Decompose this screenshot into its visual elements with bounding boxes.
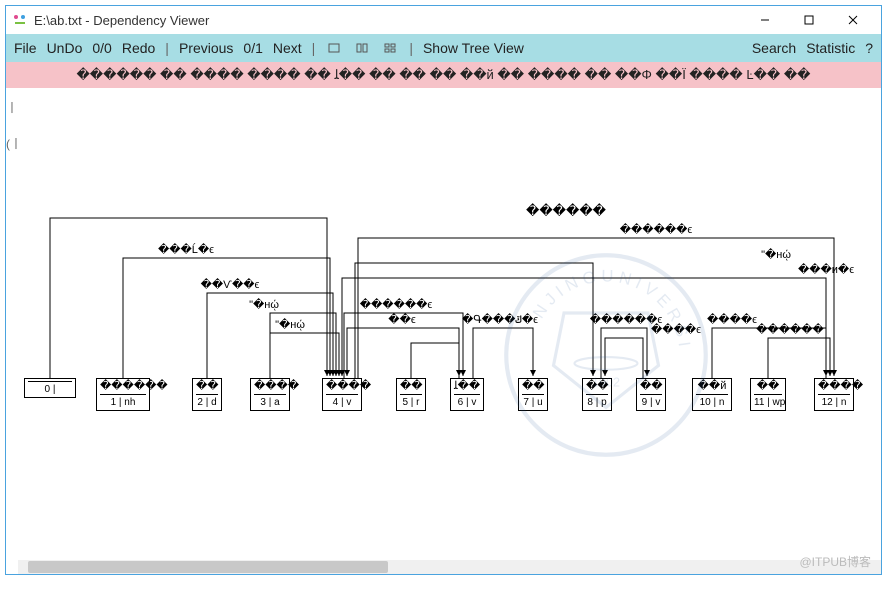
node-tag: 0 | [28, 381, 72, 396]
node-tag: 9 | v [640, 394, 662, 409]
menu-help[interactable]: ? [865, 40, 873, 56]
arc-label: ������ [526, 203, 606, 219]
sentence-text: ������ �� ���� ���� �� ﻠ�� �� �� �� ��й … [76, 67, 810, 83]
arc-label: "�нῴ [761, 248, 791, 261]
arc-label: ������ [756, 323, 824, 336]
layout-grid-icon[interactable] [381, 39, 399, 57]
node-tag: 7 | u [522, 394, 544, 409]
arc-label: ������ϵ [360, 298, 433, 311]
node-word: ��й [696, 380, 728, 393]
menu-statistic[interactable]: Statistic [806, 40, 855, 56]
node-word: ﻠ�� [454, 380, 480, 393]
window-title: E:\ab.txt - Dependency Viewer [34, 13, 743, 28]
separator: | [312, 40, 316, 56]
credit-text: @ITPUB博客 [799, 553, 871, 570]
layout-split-icon[interactable] [353, 39, 371, 57]
arc-label: ����ϵ [651, 323, 701, 336]
separator: | [409, 40, 413, 56]
titlebar: E:\ab.txt - Dependency Viewer [6, 6, 881, 34]
node-tag: 4 | v [326, 394, 358, 409]
dependency-node[interactable]: ��9 | v [636, 378, 666, 411]
node-word: �� [400, 380, 422, 393]
dependency-node[interactable]: ��8 | p [582, 378, 612, 411]
node-word: �� [522, 380, 544, 393]
dependency-node[interactable]: ��5 | r [396, 378, 426, 411]
dependency-node[interactable]: ��2 | d [192, 378, 222, 411]
dependency-node[interactable]: ��7 | u [518, 378, 548, 411]
arc-label: ������ϵ [620, 223, 693, 236]
arc-label: ����ϵ [707, 313, 757, 326]
node-word: ������ [100, 380, 146, 393]
close-button[interactable] [831, 6, 875, 34]
dependency-node[interactable]: 0 | [24, 378, 76, 398]
node-tag: 2 | d [196, 394, 218, 409]
menu-previous[interactable]: Previous [179, 40, 233, 56]
arc-label: ��Ѵ��ϵ [201, 278, 260, 291]
sentence-bar: ������ �� ���� ���� �� ﻠ�� �� �� �� ��й … [6, 62, 881, 88]
app-icon [12, 12, 28, 28]
arc-label: "�нῴ [275, 318, 305, 331]
dependency-node[interactable]: ﻠ��6 | v [450, 378, 484, 411]
layout-single-icon[interactable] [325, 39, 343, 57]
separator: | [165, 40, 169, 56]
node-word: ���� [326, 380, 358, 393]
arc-label: ���и�ϵ [798, 263, 854, 276]
menu-next[interactable]: Next [273, 40, 302, 56]
menu-search[interactable]: Search [752, 40, 796, 56]
node-word: �� [640, 380, 662, 393]
node-tag: 11 | wp [754, 394, 782, 409]
node-tag: 8 | p [586, 394, 608, 409]
dependency-node[interactable]: ����12 | n [814, 378, 854, 411]
node-word: ���� [254, 380, 286, 393]
undo-counter: 0/0 [92, 40, 111, 56]
arc-label: �Գ���ݿ�ϵ [462, 313, 538, 326]
dependency-node[interactable]: ������1 | nh [96, 378, 150, 411]
dependency-canvas[interactable]: 丨(丨 0 | ������1 | nh��2 | d����3 | a����… [6, 88, 881, 560]
dependency-node[interactable]: ����3 | a [250, 378, 290, 411]
dependency-diagram [6, 88, 876, 428]
maximize-button[interactable] [787, 6, 831, 34]
node-tag: 3 | a [254, 394, 286, 409]
node-word: �� [196, 380, 218, 393]
menu-undo[interactable]: UnDo [47, 40, 83, 56]
node-tag: 6 | v [454, 394, 480, 409]
dependency-node[interactable]: ��11 | wp [750, 378, 786, 411]
node-tag: 1 | nh [100, 394, 146, 409]
node-tag: 10 | n [696, 394, 728, 409]
arc-label: ���Ĺ�ϵ [158, 243, 214, 256]
node-tag: 5 | r [400, 394, 422, 409]
arc-label: "�нῴ [249, 298, 279, 311]
node-word: �� [754, 380, 782, 393]
scrollbar-thumb[interactable] [28, 561, 388, 573]
menubar: File UnDo 0/0 Redo | Previous 0/1 Next |… [6, 34, 881, 62]
menu-redo[interactable]: Redo [122, 40, 155, 56]
node-tag: 12 | n [818, 394, 850, 409]
arc-label: ��ϵ [388, 313, 415, 326]
node-word: �� [586, 380, 608, 393]
node-word: ���� [818, 380, 850, 393]
minimize-button[interactable] [743, 6, 787, 34]
dependency-node[interactable]: ��й10 | n [692, 378, 732, 411]
menu-file[interactable]: File [14, 40, 37, 56]
horizontal-scrollbar[interactable] [18, 560, 881, 574]
dependency-node[interactable]: ����4 | v [322, 378, 362, 411]
prev-counter: 0/1 [243, 40, 262, 56]
menu-treeview[interactable]: Show Tree View [423, 40, 524, 56]
